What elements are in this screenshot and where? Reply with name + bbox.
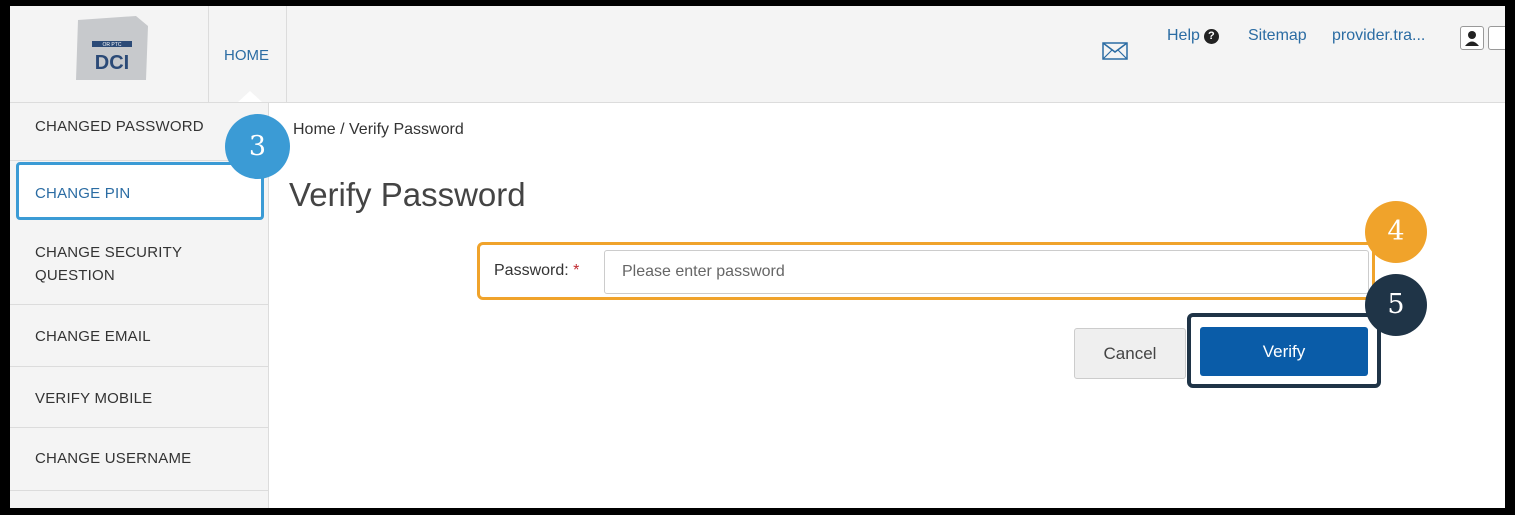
cancel-button[interactable]: Cancel bbox=[1074, 328, 1186, 379]
sidebar-item-label: CHANGE USERNAME bbox=[35, 450, 192, 467]
user-icon[interactable] bbox=[1460, 26, 1484, 50]
sidebar-item-label-line2: QUESTION bbox=[35, 267, 115, 284]
password-input[interactable] bbox=[604, 250, 1369, 294]
user-menu-link[interactable]: provider.tra... bbox=[1332, 27, 1425, 45]
password-label-text: Password: bbox=[494, 262, 569, 279]
step-callout-5: 5 bbox=[1365, 274, 1427, 336]
sidebar-item-change-email[interactable]: CHANGE EMAIL bbox=[10, 306, 268, 367]
notification-icon[interactable] bbox=[1488, 26, 1505, 50]
password-label: Password: * bbox=[494, 262, 579, 280]
logo-area[interactable]: OR PTC DCI bbox=[10, 6, 209, 102]
app-window: OR PTC DCI HOME Help? Sitemap provider.t… bbox=[10, 6, 1505, 508]
logo-text: DCI bbox=[95, 52, 129, 74]
help-link[interactable]: Help? bbox=[1167, 27, 1219, 45]
sidebar-item-verify-mobile[interactable]: VERIFY MOBILE bbox=[10, 368, 268, 428]
sidebar-item-change-username[interactable]: CHANGE USERNAME bbox=[10, 429, 268, 491]
help-label: Help bbox=[1167, 27, 1200, 44]
breadcrumb[interactable]: Home / Verify Password bbox=[293, 121, 464, 139]
verify-button[interactable]: Verify bbox=[1200, 327, 1368, 376]
sidebar-item-change-security-question[interactable]: CHANGE SECURITY QUESTION bbox=[10, 221, 268, 305]
sidebar-item-label-line1: CHANGE SECURITY bbox=[35, 244, 183, 261]
page-title: Verify Password bbox=[289, 176, 526, 213]
mail-icon[interactable] bbox=[1102, 42, 1128, 60]
sidebar-item-change-pin[interactable]: CHANGE PIN bbox=[16, 162, 264, 220]
top-bar: OR PTC DCI HOME Help? Sitemap provider.t… bbox=[10, 6, 1505, 103]
screenshot-frame: OR PTC DCI HOME Help? Sitemap provider.t… bbox=[0, 0, 1515, 515]
nav-home[interactable]: HOME bbox=[210, 6, 287, 102]
step-callout-4: 4 bbox=[1365, 201, 1427, 263]
sidebar-item-label: CHANGE EMAIL bbox=[35, 328, 151, 345]
logo: OR PTC DCI bbox=[76, 16, 148, 80]
logo-badge-text: OR PTC bbox=[103, 42, 122, 48]
sitemap-link[interactable]: Sitemap bbox=[1248, 27, 1307, 45]
help-icon: ? bbox=[1203, 29, 1219, 44]
sidebar-item-label: VERIFY MOBILE bbox=[35, 390, 153, 407]
nav-active-caret bbox=[238, 91, 262, 102]
sidebar-item-label: CHANGE PIN bbox=[35, 185, 131, 202]
required-marker: * bbox=[573, 262, 580, 279]
step-callout-3: 3 bbox=[225, 114, 290, 179]
nav-home-label: HOME bbox=[224, 47, 269, 64]
